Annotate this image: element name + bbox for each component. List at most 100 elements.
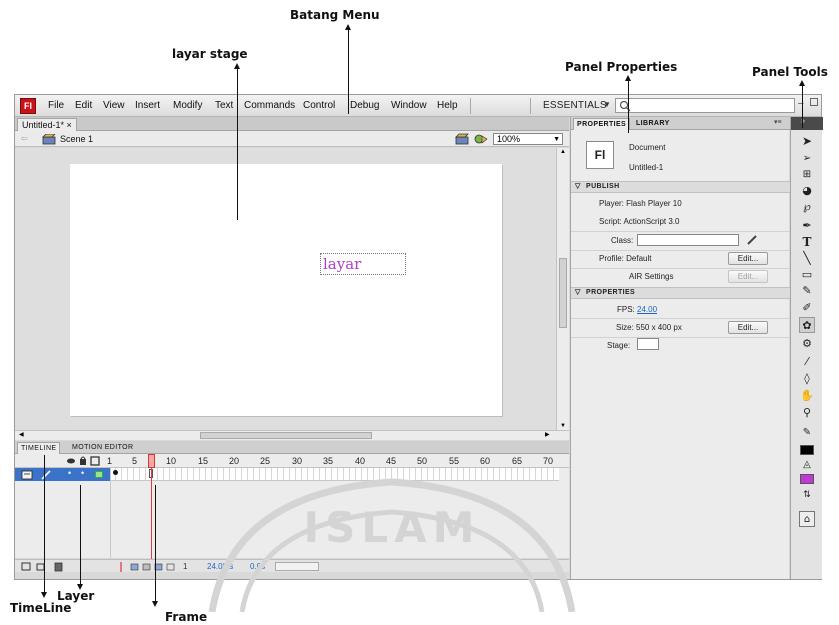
time-readout[interactable]: 0.0s — [250, 562, 265, 571]
stage[interactable]: layar — [70, 164, 502, 416]
fill-color-swatch[interactable] — [800, 474, 814, 484]
onion-skin-icons[interactable] — [107, 562, 207, 572]
tab-properties[interactable]: PROPERTIES — [573, 118, 631, 130]
menu-insert[interactable]: Insert — [135, 100, 160, 111]
tab-library[interactable]: LIBRARY — [633, 118, 673, 130]
scene-icon — [42, 134, 56, 145]
fps-value[interactable]: 24.00 — [637, 305, 657, 314]
brush-tool-icon[interactable]: ✐ — [799, 300, 815, 316]
flash-window: Fl File Edit View Insert Modify Text Com… — [14, 94, 823, 580]
selection-tool-icon[interactable]: ➤ — [799, 133, 815, 149]
arrow-head — [345, 24, 351, 30]
scroll-up-icon[interactable]: ▲ — [560, 149, 566, 155]
flash-logo-icon: Fl — [20, 98, 36, 114]
tab-timeline[interactable]: TIMELINE — [17, 442, 61, 454]
pencil-icon[interactable] — [41, 470, 51, 480]
size-label: Size: 550 x 400 px — [616, 323, 682, 332]
text-tool-icon[interactable]: T — [799, 234, 815, 250]
chevron-down-icon[interactable]: ▼ — [603, 100, 611, 109]
scrollbar-thumb[interactable] — [200, 432, 372, 439]
playhead-handle[interactable] — [148, 454, 155, 468]
menu-window[interactable]: Window — [391, 100, 427, 111]
3d-rotation-tool-icon[interactable]: ◕ — [799, 183, 815, 199]
rectangle-tool-icon[interactable]: ▭ — [799, 267, 815, 283]
expand-triangle-icon: ▽ — [575, 183, 581, 190]
leader-line — [802, 84, 803, 128]
scene-label: Scene 1 — [60, 134, 94, 144]
tab-motion-editor[interactable]: MOTION EDITOR — [69, 442, 136, 454]
back-arrow-icon[interactable]: ⇦ — [21, 134, 28, 143]
air-edit-button[interactable]: Edit... — [728, 270, 768, 283]
panel-menu-icon[interactable]: ▾≡ — [774, 118, 782, 126]
document-tab[interactable]: Untitled-1* × — [17, 118, 77, 131]
eyedropper-tool-icon[interactable]: ⁄ — [799, 354, 815, 370]
stage-horizontal-scrollbar[interactable]: ◀ ▶ — [15, 430, 569, 440]
deco-tool-icon[interactable]: ✿ — [799, 317, 815, 333]
frame-number: 30 — [292, 456, 303, 466]
scroll-down-icon[interactable]: ▼ — [560, 423, 566, 429]
swap-colors-icon[interactable]: ⇅ — [799, 487, 815, 503]
edit-scene-icon[interactable] — [455, 133, 469, 145]
stage-text-object[interactable]: layar — [320, 253, 406, 275]
properties-section-header[interactable]: ▽ PROPERTIES — [571, 287, 790, 299]
keyframe-icon[interactable] — [113, 470, 118, 475]
frames-row[interactable] — [110, 468, 559, 481]
edit-symbols-icon[interactable] — [473, 133, 489, 145]
scrollbar-thumb[interactable] — [559, 258, 567, 328]
help-search-input[interactable] — [615, 98, 795, 113]
subselection-tool-icon[interactable]: ➢ — [799, 151, 815, 167]
eraser-tool-icon[interactable]: ◊ — [799, 371, 815, 387]
frame-number: 20 — [229, 456, 240, 466]
menu-view[interactable]: View — [103, 100, 125, 111]
timeline-header: 1 5 10 15 20 25 30 35 40 45 50 55 60 65 … — [15, 454, 569, 468]
search-icon — [619, 100, 631, 112]
stroke-color-swatch[interactable] — [800, 445, 814, 455]
layer-row[interactable]: • • — [15, 468, 110, 481]
pen-tool-icon[interactable]: ✒ — [799, 218, 815, 234]
menu-debug[interactable]: Debug — [350, 100, 379, 111]
layer-visibility-icons[interactable] — [67, 456, 101, 466]
timeline-h-scroll[interactable] — [275, 562, 319, 571]
hand-tool-icon[interactable]: ✋ — [799, 388, 815, 404]
menu-help[interactable]: Help — [437, 100, 458, 111]
frame-number: 45 — [386, 456, 397, 466]
arrow-head — [152, 601, 158, 607]
profile-label: Profile: Default — [599, 254, 652, 263]
menu-control[interactable]: Control — [303, 100, 335, 111]
stage-color-swatch[interactable] — [637, 338, 659, 350]
workspace-switcher[interactable]: ESSENTIALS — [543, 100, 607, 111]
menu-commands[interactable]: Commands — [244, 100, 295, 111]
zoom-tool-icon[interactable]: ⚲ — [799, 405, 815, 421]
menu-modify[interactable]: Modify — [173, 100, 202, 111]
menu-edit[interactable]: Edit — [75, 100, 92, 111]
zoom-select[interactable]: 100% ▼ — [493, 133, 563, 145]
layer-visible-dot[interactable]: • — [68, 468, 71, 478]
menu-divider — [470, 98, 471, 114]
leader-line — [80, 485, 81, 587]
scroll-right-icon[interactable]: ▶ — [545, 431, 550, 438]
pencil-icon[interactable] — [746, 234, 758, 246]
class-field[interactable] — [637, 234, 739, 246]
close-icon[interactable]: × — [67, 120, 72, 130]
free-transform-tool-icon[interactable]: ⊞ — [799, 167, 815, 183]
menu-file[interactable]: File — [48, 100, 64, 111]
layer-outline-color[interactable] — [95, 471, 103, 478]
scroll-left-icon[interactable]: ◀ — [19, 431, 24, 438]
snap-to-objects-icon[interactable]: ⌂ — [799, 511, 815, 527]
size-edit-button[interactable]: Edit... — [728, 321, 768, 334]
timeline-footer: 1 24.0fps 0.0s — [15, 559, 569, 572]
lasso-tool-icon[interactable]: ℘ — [799, 199, 815, 215]
line-tool-icon[interactable]: ╲ — [799, 250, 815, 266]
pencil-tool-icon[interactable]: ✎ — [799, 283, 815, 299]
bone-tool-icon[interactable]: ⚙ — [799, 336, 815, 352]
profile-edit-button[interactable]: Edit... — [728, 252, 768, 265]
doc-name-label: Untitled-1 — [629, 163, 664, 172]
publish-section-header[interactable]: ▽ PUBLISH — [571, 181, 790, 193]
menu-text[interactable]: Text — [215, 100, 233, 111]
stage-vertical-scrollbar[interactable]: ▲ ▼ — [556, 148, 569, 430]
stage-color-label: Stage: — [607, 341, 631, 350]
layer-lock-dot[interactable]: • — [81, 468, 84, 478]
layer-buttons-icons[interactable] — [21, 562, 69, 572]
fps-readout[interactable]: 24.0fps — [207, 562, 233, 571]
maximize-icon[interactable] — [810, 98, 818, 106]
